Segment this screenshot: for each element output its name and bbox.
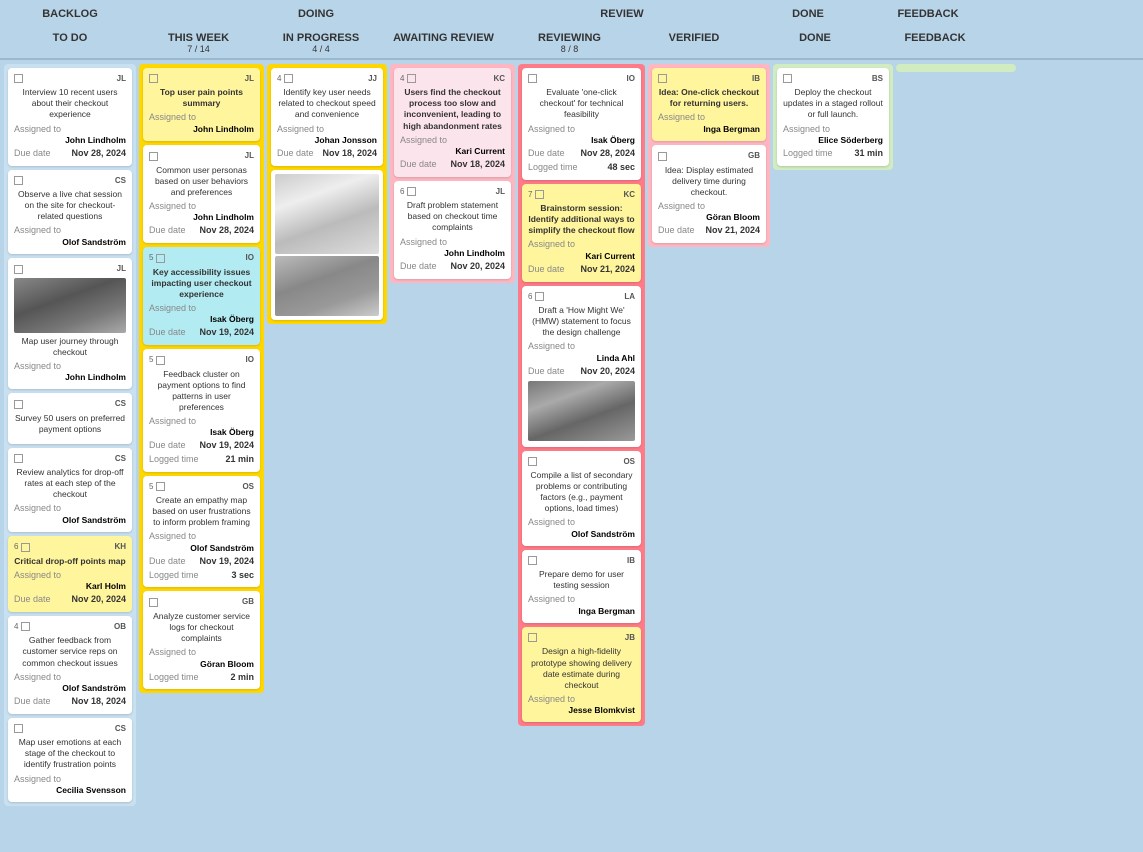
column-reviewing: IO Evaluate 'one-click checkout' for tec… (518, 64, 645, 726)
card-awaiting-1[interactable]: 4 KC Users find the checkout process too… (394, 68, 511, 177)
card-todo-4[interactable]: CS Survey 50 users on preferred payment … (8, 393, 132, 443)
column-todo: JL Interview 10 recent users about their… (4, 64, 136, 806)
card-reviewing-6[interactable]: JB Design a high-fidelity prototype show… (522, 627, 641, 722)
col-header-awaiting: AWAITING REVIEW (381, 28, 506, 58)
col-header-verified: VERIFIED (633, 28, 755, 58)
kanban-board: BACKLOG DOING REVIEW DONE FEEDBACK TO DO… (0, 0, 1143, 810)
phase-done: DONE (748, 0, 868, 28)
card-thisweek-6[interactable]: GB Analyze customer service logs for che… (143, 591, 260, 689)
phase-backlog: BACKLOG (4, 0, 136, 28)
col-header-reviewing: REVIEWING 8 / 8 (506, 28, 633, 58)
phase-review: REVIEW (496, 0, 748, 28)
column-feedback (896, 64, 1016, 72)
card-awaiting-2[interactable]: 6 JL Draft problem statement based on ch… (394, 181, 511, 279)
card-thisweek-5[interactable]: 5 OS Create an empathy map based on user… (143, 476, 260, 588)
col-header-inprogress: IN PROGRESS 4 / 4 (261, 28, 381, 58)
card-done-1[interactable]: BS Deploy the checkout updates in a stag… (777, 68, 889, 166)
card-inprogress-2[interactable] (271, 170, 383, 320)
card-inprogress-1[interactable]: 4 JJ Identify key user needs related to … (271, 68, 383, 166)
card-todo-3[interactable]: JL Map user journey through checkout Ass… (8, 258, 132, 389)
card-verified-2[interactable]: GB Idea: Display estimated delivery time… (652, 145, 766, 243)
card-reviewing-4[interactable]: OS Compile a list of secondary problems … (522, 451, 641, 546)
card-thisweek-1[interactable]: JL Top user pain points summary Assigned… (143, 68, 260, 141)
card-thisweek-3[interactable]: 5 IO Key accessibility issues impacting … (143, 247, 260, 345)
phase-doing: DOING (136, 0, 496, 28)
column-done: BS Deploy the checkout updates in a stag… (773, 64, 893, 170)
card-reviewing-5[interactable]: IB Prepare demo for user testing session… (522, 550, 641, 623)
card-verified-1[interactable]: IB Idea: One-click checkout for returnin… (652, 68, 766, 141)
card-reviewing-2[interactable]: 7 KC Brainstorm session: Identify additi… (522, 184, 641, 282)
column-thisweek: JL Top user pain points summary Assigned… (139, 64, 264, 693)
col-header-feedback: FEEDBACK (875, 28, 995, 58)
card-thisweek-2[interactable]: JL Common user personas based on user be… (143, 145, 260, 243)
card-todo-8[interactable]: CS Map user emotions at each stage of th… (8, 718, 132, 802)
col-header-todo: TO DO (4, 28, 136, 58)
card-todo-7[interactable]: 4 OB Gather feedback from customer servi… (8, 616, 132, 714)
col-header-done: DONE (755, 28, 875, 58)
card-todo-6[interactable]: 6 KH Critical drop-off points map Assign… (8, 536, 132, 612)
column-awaiting: 4 KC Users find the checkout process too… (390, 64, 515, 283)
column-verified: IB Idea: One-click checkout for returnin… (648, 64, 770, 247)
col-header-thisweek: THIS WEEK 7 / 14 (136, 28, 261, 58)
card-todo-1[interactable]: JL Interview 10 recent users about their… (8, 68, 132, 166)
card-reviewing-3[interactable]: 6 LA Draft a 'How Might We' (HMW) statem… (522, 286, 641, 447)
card-todo-2[interactable]: CS Observe a live chat session on the si… (8, 170, 132, 254)
card-thisweek-4[interactable]: 5 IO Feedback cluster on payment options… (143, 349, 260, 472)
column-inprogress: 4 JJ Identify key user needs related to … (267, 64, 387, 324)
card-todo-5[interactable]: CS Review analytics for drop-off rates a… (8, 448, 132, 532)
phase-feedback: FEEDBACK (868, 0, 988, 28)
card-reviewing-1[interactable]: IO Evaluate 'one-click checkout' for tec… (522, 68, 641, 180)
